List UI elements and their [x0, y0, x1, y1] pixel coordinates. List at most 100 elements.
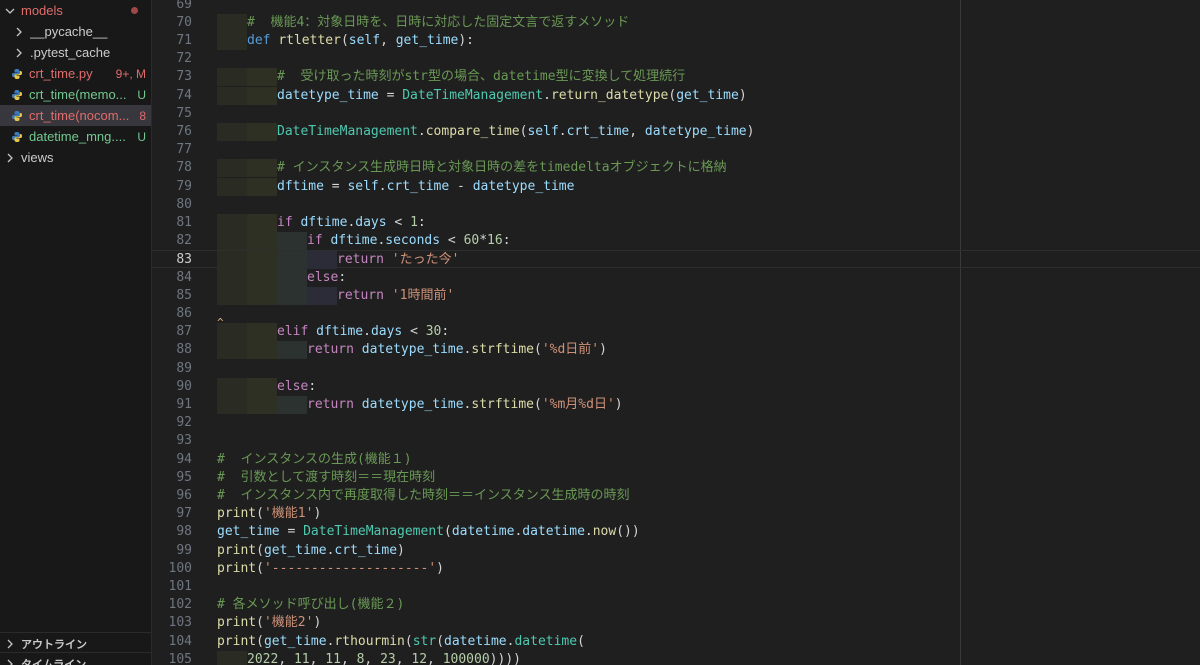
code-editor[interactable]: 69 70 # 機能4：対象日時を、日時に対応した固定文言で返すメソッド 71 def … — [152, 0, 1200, 665]
code-line[interactable]: 87 elif dftime.days < 30: — [152, 323, 1200, 342]
code-line[interactable]: 100 print('--------------------') — [152, 560, 1200, 578]
code-text: print(get_time.rthourmin(str(datetime.da… — [217, 633, 585, 651]
code-token: return — [337, 287, 392, 303]
code-token: str — [412, 633, 437, 649]
indent-guide — [247, 232, 277, 251]
code-line[interactable]: 97 print('機能1') — [152, 505, 1200, 523]
code-line[interactable]: 82 if dftime.seconds < 60*16: — [152, 232, 1200, 251]
tree-item-file-datetime-mng[interactable]: datetime_mng.... U — [0, 126, 151, 147]
tree-item-file-crt-time-nocom[interactable]: crt_time(nocom... 8 — [0, 105, 151, 126]
indent-guide — [247, 395, 277, 415]
code-token: , — [364, 651, 381, 665]
line-number: 78 — [176, 160, 192, 176]
code-line[interactable]: 78 # インスタンス生成時日時と対象日時の差をtimedeltaオブジェクトに格… — [152, 159, 1200, 178]
code-line[interactable]: 99 print(get_time.crt_time) — [152, 542, 1200, 560]
code-line[interactable]: 76 DateTimeManagement.compare_time(self.c… — [152, 122, 1200, 142]
code-token: ( — [444, 524, 452, 540]
code-token: datetype_time — [361, 342, 464, 358]
tree-item-folder-views[interactable]: views — [0, 147, 151, 168]
code-text: return 'たった今' — [337, 251, 459, 269]
code-token: ( — [256, 633, 264, 649]
code-line[interactable]: 92 — [152, 414, 1200, 432]
code-token: 100000 — [442, 651, 490, 665]
code-line[interactable]: 105 2022, 11, 11, 8, 23, 12, 100000)))) — [152, 650, 1200, 665]
git-status-badge: 8 — [139, 108, 146, 123]
code-line[interactable]: 102 # 各メソッド呼び出し(機能２) — [152, 596, 1200, 614]
line-number: 89 — [176, 360, 192, 376]
code-token: , — [395, 651, 412, 665]
code-line[interactable]: 94 # インスタンスの生成(機能１) — [152, 451, 1200, 469]
line-number: 100 — [168, 560, 192, 576]
code-line[interactable]: 90 else: — [152, 377, 1200, 396]
code-line[interactable]: 103 print('機能2') — [152, 614, 1200, 632]
code-line[interactable]: 89 — [152, 360, 1200, 378]
code-token: # インスタンス生成時日時と対象日時の差をtimedeltaオブジェクトに格納 — [277, 160, 727, 176]
tree-item-label: models — [21, 3, 63, 18]
code-line[interactable]: 88 return datetype_time.strftime('%d日前') — [152, 341, 1200, 360]
code-text: dftime = self.crt_time - datetype_time — [277, 178, 574, 196]
code-line[interactable]: 69 — [152, 0, 1200, 14]
code-token: , — [629, 123, 645, 139]
code-text: # 各メソッド呼び出し(機能２) — [217, 596, 404, 614]
code-token: self — [347, 178, 379, 194]
code-token: ( — [256, 560, 264, 576]
code-line[interactable]: 93 — [152, 432, 1200, 450]
code-token: 11 — [293, 651, 310, 665]
indent-guide — [217, 341, 247, 360]
code-token: ( — [256, 615, 264, 631]
line-number: 102 — [168, 597, 192, 613]
tree-item-file-crt-time[interactable]: crt_time.py 9+, M — [0, 63, 151, 84]
code-token: '機能2' — [263, 615, 314, 631]
indent-guide — [307, 251, 337, 270]
indent-guide — [247, 68, 277, 87]
code-token: datetype_time — [277, 87, 379, 103]
indent-guide — [247, 251, 277, 270]
code-token: rtletter — [278, 32, 341, 48]
code-token: get_time — [217, 524, 280, 540]
code-line[interactable]: 84 else: — [152, 268, 1200, 287]
code-line[interactable]: 70 # 機能4：対象日時を、日時に対応した固定文言で返すメソッド — [152, 13, 1200, 32]
code-token: 30 — [425, 324, 442, 340]
line-number: 92 — [176, 415, 192, 431]
code-line[interactable]: 85 return '1時間前' — [152, 286, 1200, 305]
code-line[interactable]: 73 # 受け取った時刻がstr型の場合、datetime型に変換して処理続行 — [152, 68, 1200, 87]
line-number: 80 — [176, 196, 192, 212]
tree-item-folder-pycache[interactable]: __pycache__ — [0, 21, 151, 42]
code-token: # インスタンスの生成(機能１) — [217, 451, 412, 467]
code-line[interactable]: 74 datetype_time = DateTimeManagement.ret… — [152, 86, 1200, 105]
code-line[interactable]: 104 print(get_time.rthourmin(str(datetime… — [152, 633, 1200, 651]
code-token: print — [217, 542, 257, 558]
code-token: ( — [534, 342, 542, 358]
code-line[interactable]: 86 — [152, 305, 1200, 323]
code-text: # 引数として渡す時刻＝＝現在時刻 — [217, 469, 435, 487]
code-line[interactable]: 98 get_time = DateTimeManagement(datetime… — [152, 523, 1200, 541]
code-token: if — [277, 214, 301, 230]
code-line[interactable]: 83 return 'たった今' — [152, 250, 1200, 270]
code-text: 2022, 11, 11, 8, 23, 12, 100000)))) — [247, 651, 521, 665]
code-line[interactable]: 91 return datetype_time.strftime('%m月%d日'… — [152, 395, 1200, 415]
panel-header-label: タイムライン — [21, 659, 87, 665]
code-line[interactable]: 95 # 引数として渡す時刻＝＝現在時刻 — [152, 469, 1200, 487]
code-token: DateTimeManagement — [303, 524, 444, 540]
tree-item-file-crt-time-memo[interactable]: crt_time(memo... U — [0, 84, 151, 105]
code-line[interactable]: 71 def rtletter(self, get_time): — [152, 31, 1200, 51]
code-text: return datetype_time.strftime('%d日前') — [307, 341, 607, 359]
timeline-panel-header[interactable]: タイムライン — [0, 652, 151, 665]
code-line[interactable]: 79 dftime = self.crt_time - datetype_time — [152, 177, 1200, 196]
code-line[interactable]: 96 # インスタンス内で再度取得した時刻＝＝インスタンス生成時の時刻 — [152, 487, 1200, 505]
code-token: crt_time — [334, 542, 398, 558]
python-file-icon — [11, 68, 23, 80]
code-token: self — [527, 123, 559, 139]
code-line[interactable]: 72 — [152, 50, 1200, 68]
code-line[interactable]: 80 — [152, 196, 1200, 214]
code-token: ): — [458, 32, 475, 48]
line-number: 84 — [176, 269, 192, 285]
tree-item-folder-pytest-cache[interactable]: .pytest_cache — [0, 42, 151, 63]
code-line[interactable]: 77 — [152, 141, 1200, 159]
tree-item-folder-models[interactable]: models — [0, 0, 151, 21]
code-line[interactable]: 81 if dftime.days < 1: — [152, 213, 1200, 233]
line-number: 94 — [176, 451, 192, 467]
code-text: # インスタンス生成時日時と対象日時の差をtimedeltaオブジェクトに格納 — [277, 159, 727, 177]
code-line[interactable]: 101 — [152, 578, 1200, 596]
code-line[interactable]: 75 — [152, 105, 1200, 123]
